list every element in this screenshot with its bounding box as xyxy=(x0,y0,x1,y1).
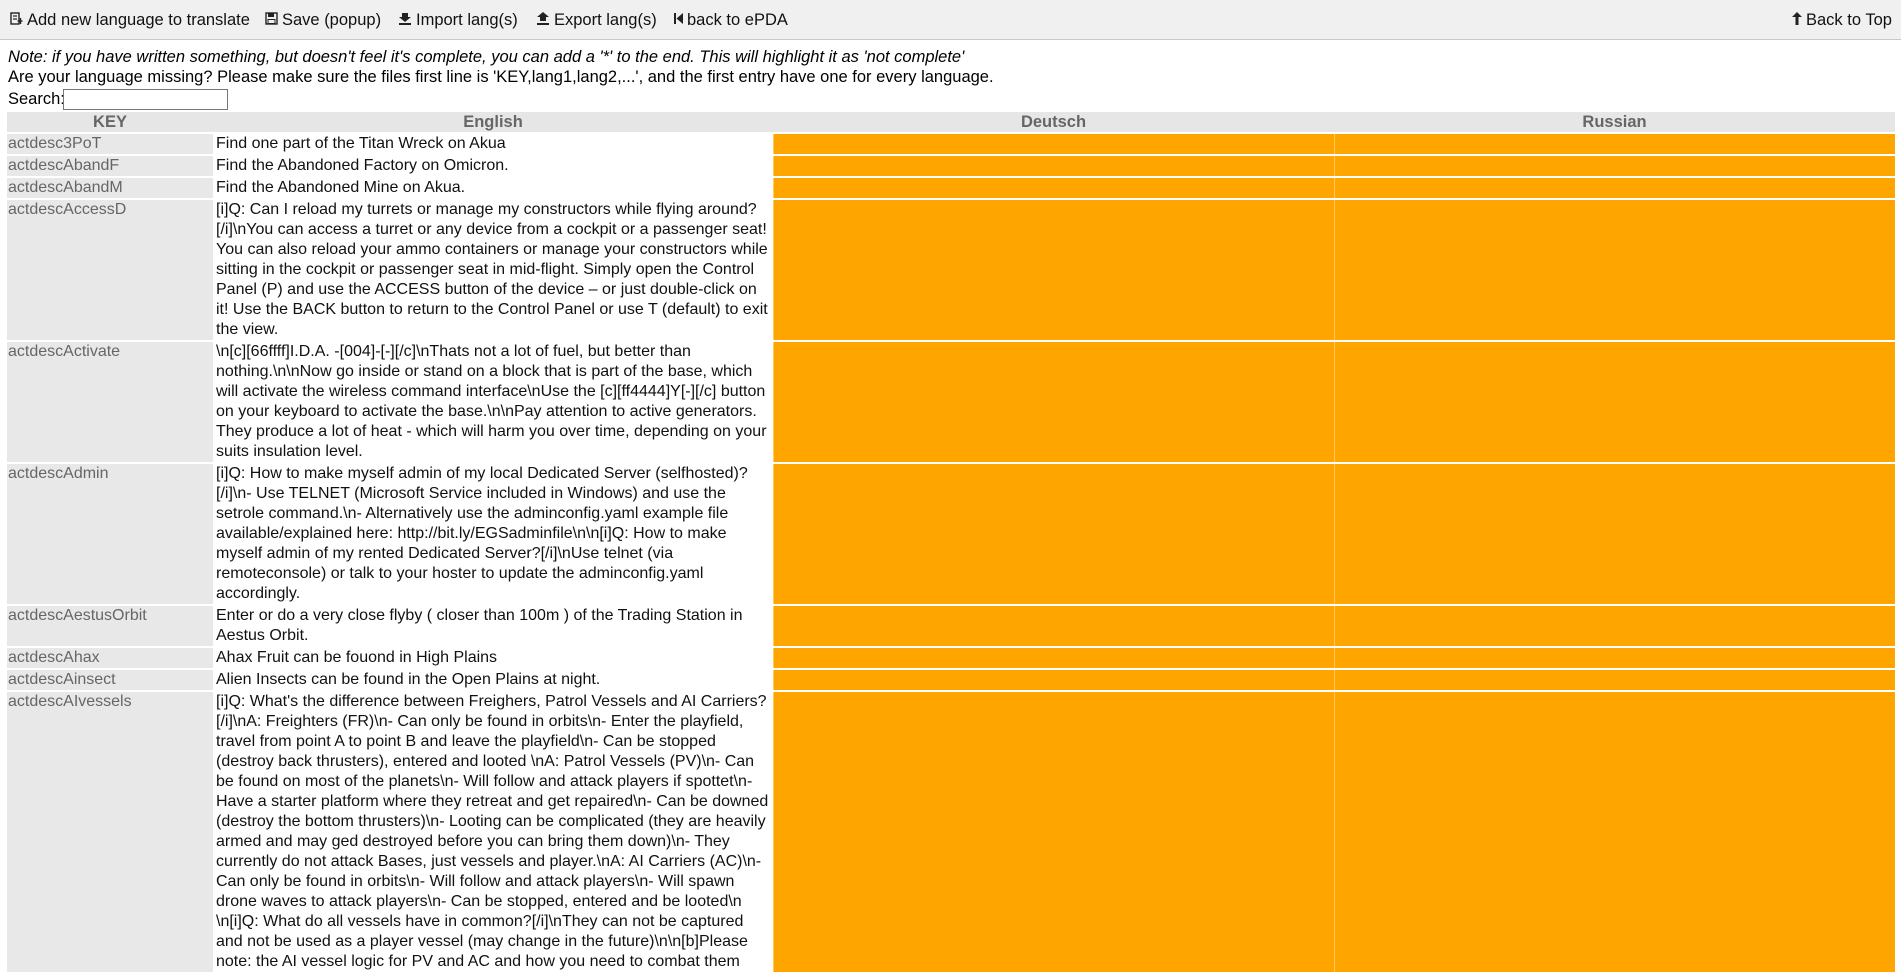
row-deutsch-cell[interactable] xyxy=(773,178,1334,198)
translation-table: KEY English Deutsch Russian actdesc3PoT F… xyxy=(7,112,1895,972)
table-row: actdescAIvessels [i]Q: What's the differe… xyxy=(7,692,1895,972)
row-english-cell: [i]Q: What's the difference between Frei… xyxy=(213,692,773,972)
row-deutsch-cell[interactable] xyxy=(773,606,1334,646)
row-deutsch-cell[interactable] xyxy=(773,692,1334,972)
row-english-cell: Ahax Fruit can be fouond in High Plains xyxy=(213,648,773,668)
row-key-cell: actdesc3PoT xyxy=(7,134,213,154)
table-row: actdescAdmin [i]Q: How to make myself adm… xyxy=(7,464,1895,604)
back-to-top-button[interactable]: Back to Top xyxy=(1791,9,1892,31)
row-key-cell: actdescAinsect xyxy=(7,670,213,690)
row-russian-cell[interactable] xyxy=(1334,178,1895,198)
column-header-russian: Russian xyxy=(1334,112,1895,132)
row-deutsch-cell[interactable] xyxy=(773,464,1334,604)
back-to-epda-button[interactable]: back to ePDA xyxy=(672,9,788,31)
row-deutsch-cell[interactable] xyxy=(773,200,1334,340)
arrow-up-icon xyxy=(1791,9,1803,31)
row-deutsch-cell[interactable] xyxy=(773,670,1334,690)
upload-icon xyxy=(535,9,551,31)
row-english-cell: Find the Abandoned Mine on Akua. xyxy=(213,178,773,198)
row-deutsch-cell[interactable] xyxy=(773,342,1334,462)
row-english-cell: Enter or do a very close flyby ( closer … xyxy=(213,606,773,646)
import-button[interactable]: Import lang(s) xyxy=(397,9,518,31)
row-key-cell: actdescAbandF xyxy=(7,156,213,176)
row-deutsch-cell[interactable] xyxy=(773,134,1334,154)
row-deutsch-cell[interactable] xyxy=(773,156,1334,176)
row-key-cell: actdescAhax xyxy=(7,648,213,668)
back-to-epda-label: back to ePDA xyxy=(687,11,788,29)
column-header-deutsch: Deutsch xyxy=(773,112,1334,132)
incomplete-note: Note: if you have written something, but… xyxy=(8,48,965,66)
table-row: actdesc3PoT Find one part of the Titan Wr… xyxy=(7,134,1895,154)
row-key-cell: actdescAIvessels xyxy=(7,692,213,972)
table-row: actdescAestusOrbit Enter or do a very clo… xyxy=(7,606,1895,646)
table-row: actdescAinsect Alien Insects can be found… xyxy=(7,670,1895,690)
table-row: actdescAbandM Find the Abandoned Mine on … xyxy=(7,178,1895,198)
save-label: Save (popup) xyxy=(282,11,382,29)
row-key-cell: actdescActivate xyxy=(7,342,213,462)
row-key-cell: actdescAccessD xyxy=(7,200,213,340)
row-russian-cell[interactable] xyxy=(1334,200,1895,340)
missing-language-note: Are your language missing? Please make s… xyxy=(8,68,994,86)
row-russian-cell[interactable] xyxy=(1334,156,1895,176)
row-russian-cell[interactable] xyxy=(1334,342,1895,462)
table-header-row: KEY English Deutsch Russian xyxy=(7,112,1895,132)
row-russian-cell[interactable] xyxy=(1334,648,1895,668)
row-english-cell: [i]Q: Can I reload my turrets or manage … xyxy=(213,200,773,340)
import-label: Import lang(s) xyxy=(416,11,518,29)
row-english-cell: Find the Abandoned Factory on Omicron. xyxy=(213,156,773,176)
export-button[interactable]: Export lang(s) xyxy=(535,9,657,31)
save-button[interactable]: Save (popup) xyxy=(263,9,381,31)
column-header-english: English xyxy=(213,112,773,132)
table-row: actdescAhax Ahax Fruit can be fouond in H… xyxy=(7,648,1895,668)
floppy-icon xyxy=(263,9,279,31)
table-body: actdesc3PoT Find one part of the Titan Wr… xyxy=(7,134,1895,972)
table-row: actdescAccessD [i]Q: Can I reload my turr… xyxy=(7,200,1895,340)
row-english-cell: \n[c][66ffff]I.D.A. -[004]-[-][/c]\nThat… xyxy=(213,342,773,462)
skip-back-icon xyxy=(672,9,684,31)
search-input[interactable] xyxy=(63,89,228,110)
translation-table-container: KEY English Deutsch Russian actdesc3PoT F… xyxy=(7,112,1895,972)
book-add-icon xyxy=(8,9,24,31)
row-english-cell: Find one part of the Titan Wreck on Akua xyxy=(213,134,773,154)
search-label: Search: xyxy=(8,90,65,108)
table-row: actdescActivate \n[c][66ffff]I.D.A. -[004… xyxy=(7,342,1895,462)
row-russian-cell[interactable] xyxy=(1334,670,1895,690)
column-header-key: KEY xyxy=(7,112,213,132)
export-label: Export lang(s) xyxy=(554,11,657,29)
row-russian-cell[interactable] xyxy=(1334,606,1895,646)
notes: Note: if you have written something, but… xyxy=(8,47,1898,87)
row-key-cell: actdescAbandM xyxy=(7,178,213,198)
row-english-cell: [i]Q: How to make myself admin of my loc… xyxy=(213,464,773,604)
row-key-cell: actdescAestusOrbit xyxy=(7,606,213,646)
row-key-cell: actdescAdmin xyxy=(7,464,213,604)
back-to-top-label: Back to Top xyxy=(1806,11,1892,29)
row-russian-cell[interactable] xyxy=(1334,464,1895,604)
row-russian-cell[interactable] xyxy=(1334,134,1895,154)
row-deutsch-cell[interactable] xyxy=(773,648,1334,668)
search-row: Search: xyxy=(8,88,228,110)
toolbar: Add new language to translate Save (popu… xyxy=(0,0,1901,40)
download-icon xyxy=(397,9,413,31)
add-language-button[interactable]: Add new language to translate xyxy=(8,9,250,31)
row-english-cell: Alien Insects can be found in the Open P… xyxy=(213,670,773,690)
table-row: actdescAbandF Find the Abandoned Factory … xyxy=(7,156,1895,176)
add-language-label: Add new language to translate xyxy=(27,11,250,29)
row-russian-cell[interactable] xyxy=(1334,692,1895,972)
